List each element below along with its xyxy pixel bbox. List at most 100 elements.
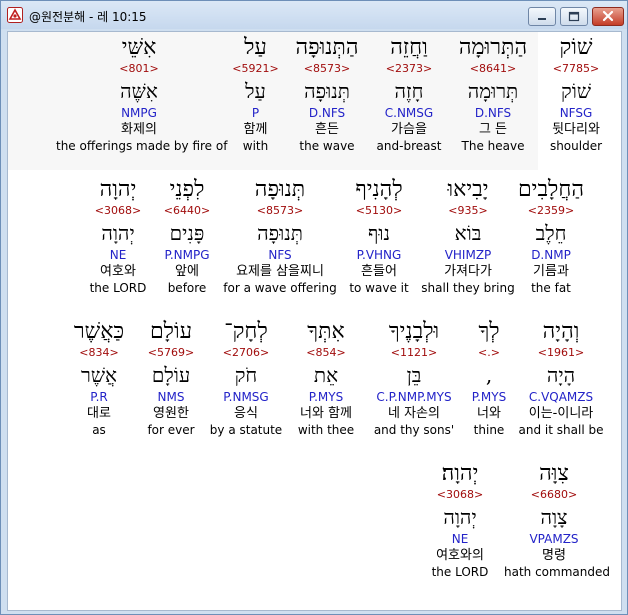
- word-cell[interactable]: וַחֲזֵה <2373> חָזֶה C.NMSG 가슴을 and-brea…: [371, 34, 447, 154]
- morphology-code[interactable]: P.MYS: [464, 389, 514, 405]
- app-logo-icon: [7, 7, 23, 23]
- strong-number[interactable]: <8573>: [289, 62, 365, 76]
- strong-number[interactable]: <834>: [62, 346, 136, 360]
- morphology-code[interactable]: NMS: [140, 389, 202, 405]
- hebrew-word: יְהוָה: [99, 177, 137, 202]
- english-gloss: for a wave offering: [223, 281, 337, 295]
- strong-number[interactable]: <3068>: [84, 204, 152, 218]
- morphology-code[interactable]: NMPG: [56, 105, 222, 121]
- strong-number[interactable]: <2706>: [208, 346, 284, 360]
- lemma: יְהוָה: [101, 221, 135, 245]
- strong-number[interactable]: <5769>: [140, 346, 202, 360]
- word-cell[interactable]: לְךָ <.> , P.MYS 너와 thine: [464, 318, 514, 438]
- word-cell[interactable]: עַל <5921> עַל P 함께 with: [228, 34, 283, 154]
- word-cell[interactable]: יְהוָה <3068> יְהוָה NE 여호와 the LORD: [84, 176, 152, 296]
- minimize-icon: [538, 18, 546, 20]
- strong-number[interactable]: <.>: [464, 346, 514, 360]
- morphology-code[interactable]: C.P.NMP.MYS: [368, 389, 460, 405]
- hebrew-word: הַחֲלָבִים: [517, 177, 585, 202]
- morphology-code[interactable]: P.MYS: [290, 389, 362, 405]
- strong-number[interactable]: <7785>: [539, 62, 613, 76]
- strong-number[interactable]: <6440>: [156, 204, 218, 218]
- english-gloss: and thy sons': [373, 423, 455, 437]
- morphology-code[interactable]: NFSG: [539, 105, 613, 121]
- lemma: הָיָה: [546, 363, 576, 387]
- word-cell[interactable]: וְהָיָה <1961> הָיָה C.VQAMZS 이는-이니라 and…: [516, 318, 606, 438]
- word-cell[interactable]: יָבִיאוּ <935> בּוֹא VHIMZP 가져다가 shall t…: [418, 176, 518, 296]
- morphology-code[interactable]: D.NMP: [511, 247, 591, 263]
- morphology-code[interactable]: NFS: [222, 247, 338, 263]
- strong-number[interactable]: <2373>: [371, 62, 447, 76]
- morphology-code[interactable]: VPAMZS: [504, 531, 604, 547]
- word-cell[interactable]: לִפְנֵי <6440> פָּנִים P.NMPG 앞에 before: [156, 176, 218, 296]
- hebrew-word: שׁוֹק: [559, 35, 593, 60]
- morphology-code[interactable]: D.NFS: [289, 105, 365, 121]
- strong-number[interactable]: <801>: [56, 62, 222, 76]
- hebrew-word: לְךָ: [478, 319, 500, 344]
- word-cell[interactable]: הַתְּרוּמָה <8641> תְּרוּמָה D.NFS 그 든 T…: [453, 34, 533, 154]
- strong-number[interactable]: <935>: [418, 204, 518, 218]
- word-cell[interactable]: תְּנוּפָה <8573> תְּנוּפָה NFS 요제를 삼을찌니 …: [222, 176, 338, 296]
- close-button[interactable]: [592, 7, 624, 26]
- strong-number[interactable]: <8641>: [453, 62, 533, 76]
- lemma: נוּף: [368, 221, 390, 245]
- morphology-code[interactable]: P.NMPG: [156, 247, 218, 263]
- lemma: חֵלֶב: [535, 221, 567, 245]
- strong-number[interactable]: <6680>: [504, 488, 604, 502]
- korean-gloss: 이는-이니라: [528, 406, 594, 421]
- korean-gloss: 그 든: [478, 122, 508, 137]
- strong-number[interactable]: <3068>: [422, 488, 498, 502]
- title-bar[interactable]: @원전분해 - 레 10:15: [1, 1, 627, 29]
- morphology-code[interactable]: NE: [422, 531, 498, 547]
- word-cell[interactable]: לְהָנִיף <5130> נוּף P.VHNG 흔들어 to wave …: [342, 176, 416, 296]
- word-cell[interactable]: שׁוֹק <7785> שׁוֹק NFSG 뒷다리와 shoulder: [539, 34, 613, 154]
- strong-number[interactable]: <1121>: [368, 346, 460, 360]
- verse-analysis-panel: שׁוֹק <7785> שׁוֹק NFSG 뒷다리와 shoulder הַ…: [7, 31, 622, 611]
- morphology-code[interactable]: C.NMSG: [371, 105, 447, 121]
- morphology-code[interactable]: P: [228, 105, 283, 121]
- morphology-code[interactable]: P.VHNG: [342, 247, 416, 263]
- word-cell[interactable]: כַּאֲשֶׁר <834> אֲשֶׁר P.R 대로 as: [62, 318, 136, 438]
- word-cell[interactable]: הַחֲלָבִים <2359> חֵלֶב D.NMP 기름과 the fa…: [511, 176, 591, 296]
- minimize-button[interactable]: [528, 7, 556, 26]
- korean-gloss: 가슴을: [391, 122, 427, 137]
- english-gloss: and-breast: [376, 139, 442, 153]
- korean-gloss: 너와 함께: [300, 406, 352, 421]
- korean-gloss: 기름과: [533, 264, 569, 279]
- word-cell[interactable]: צִוָּה <6680> צָוָה VPAMZS 명령 hath comma…: [504, 460, 610, 580]
- morphology-code[interactable]: C.VQAMZS: [516, 389, 606, 405]
- strong-number[interactable]: <8573>: [222, 204, 338, 218]
- korean-gloss: 여호와의: [436, 548, 484, 563]
- lemma: אֲשֶׁר: [81, 363, 117, 387]
- morphology-code[interactable]: VHIMZP: [418, 247, 518, 263]
- english-gloss: before: [167, 281, 207, 295]
- word-cell[interactable]: אִתְּךָ <854> אֵת P.MYS 너와 함께 with thee: [290, 318, 362, 438]
- strong-number[interactable]: <5130>: [342, 204, 416, 218]
- strong-number[interactable]: <5921>: [228, 62, 283, 76]
- morphology-code[interactable]: P.NMSG: [208, 389, 284, 405]
- morphology-code[interactable]: D.NFS: [453, 105, 533, 121]
- word-cell[interactable]: לְחָק־ <2706> חֹק P.NMSG 응식 by a statute: [208, 318, 284, 438]
- word-cell[interactable]: אִשֵּׁי <801> אִשֶּׁה NMPG 화제의 the offer…: [56, 34, 227, 154]
- maximize-icon: [568, 11, 580, 22]
- lemma: שׁוֹק: [561, 79, 591, 103]
- english-gloss: hath commanded: [504, 565, 610, 579]
- window-title: @원전분해 - 레 10:15: [29, 10, 147, 24]
- korean-gloss: 너와: [477, 406, 501, 421]
- maximize-button[interactable]: [560, 7, 588, 26]
- word-cell[interactable]: עוֹלָם <5769> עוֹלָם NMS 영원한 for ever: [140, 318, 202, 438]
- strong-number[interactable]: <854>: [290, 346, 362, 360]
- strong-number[interactable]: <1961>: [516, 346, 606, 360]
- strong-number[interactable]: <2359>: [511, 204, 591, 218]
- hebrew-word: יְהוָה׃: [441, 461, 479, 486]
- english-gloss: by a statute: [209, 423, 283, 437]
- hebrew-word: לְחָק־: [224, 319, 268, 344]
- korean-gloss: 요제를 삼을찌니: [236, 264, 324, 279]
- korean-gloss: 가져다가: [444, 264, 492, 279]
- morphology-code[interactable]: P.R: [62, 389, 136, 405]
- lemma: תְּרוּמָה: [467, 79, 519, 103]
- word-cell[interactable]: וּלְבָנֶיךָ <1121> בֵּן C.P.NMP.MYS 네 자손…: [368, 318, 460, 438]
- word-cell[interactable]: הַתְּנוּפָה <8573> תְּנוּפָה D.NFS 흔든 th…: [289, 34, 365, 154]
- word-cell[interactable]: יְהוָה׃ <3068> יְהוָה NE 여호와의 the LORD: [422, 460, 498, 580]
- morphology-code[interactable]: NE: [84, 247, 152, 263]
